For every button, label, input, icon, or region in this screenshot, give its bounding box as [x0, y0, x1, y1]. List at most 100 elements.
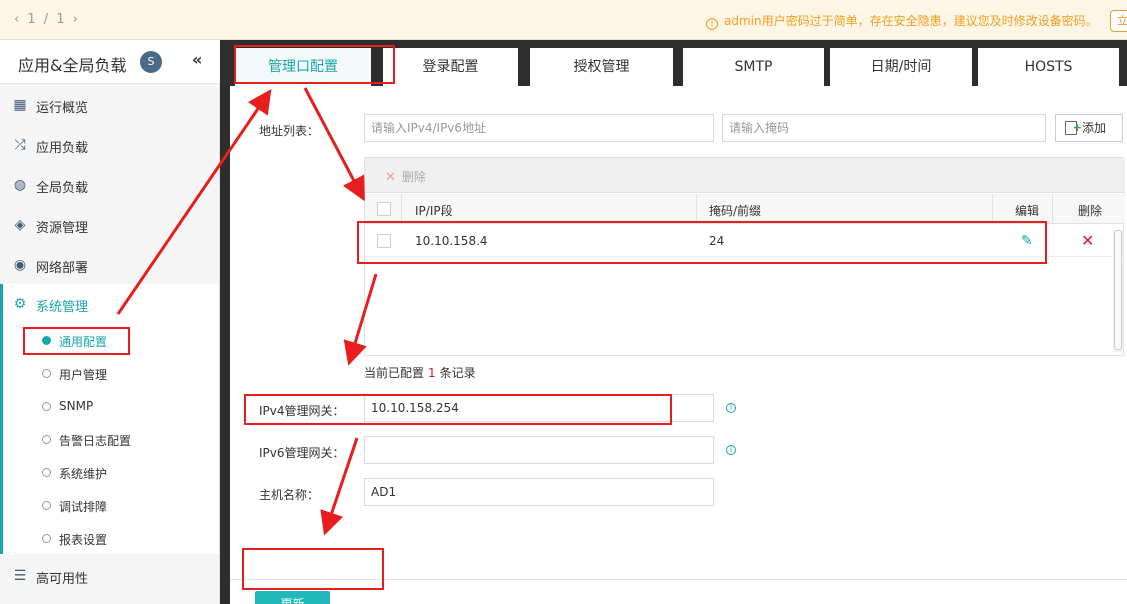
ipv6-gateway-label: IPv6管理网关： — [259, 446, 345, 460]
col-edit: 编辑 — [1015, 204, 1040, 218]
radio-dot-icon — [42, 501, 51, 510]
system-management-group: ⚙ 系统管理 通用配置 用户管理 SNMP 告警日志配置 系统维护 调试排障 报… — [0, 284, 219, 554]
layers-icon: ◈ — [14, 217, 26, 233]
dashboard-icon: ▦ — [13, 97, 27, 113]
pager-text: 1 / 1 — [27, 12, 67, 27]
sidebar-item-label: 运行概览 — [36, 101, 89, 116]
radio-dot-icon — [42, 369, 51, 378]
pager-next-button[interactable]: › — [73, 12, 80, 27]
ip-address-input[interactable] — [364, 114, 714, 142]
sidebar-item-label: 网络部署 — [36, 261, 89, 276]
sub-item-debug[interactable]: 调试排障 — [0, 489, 219, 522]
edge-action-button[interactable]: 立 — [1110, 10, 1127, 32]
collapse-sidebar-icon[interactable]: « — [192, 50, 202, 69]
sub-item-label: 报表设置 — [59, 533, 108, 547]
sidebar-item-high-availability[interactable]: ☰ 高可用性 — [0, 556, 219, 596]
gear-icon: ⚙ — [13, 296, 27, 312]
pager-prev-button[interactable]: ‹ — [14, 12, 21, 27]
sub-item-snmp[interactable]: SNMP — [0, 390, 219, 423]
sub-item-label: SNMP — [59, 399, 94, 413]
sub-item-label: 系统维护 — [59, 467, 108, 481]
column-divider — [992, 194, 993, 224]
radio-dot-icon — [42, 468, 51, 477]
tab-login-config[interactable]: 登录配置 — [383, 48, 518, 86]
sub-item-report[interactable]: 报表设置 — [0, 522, 219, 555]
hostname-input[interactable] — [364, 478, 714, 506]
sidebar-item-label: 系统管理 — [36, 300, 89, 315]
sidebar: 应用&全局负载 S « ▦ 运行概览 ⤮ 应用负载 ◍ 全局负载 ◈ 资源管理 … — [0, 40, 220, 604]
main-left-border — [220, 40, 230, 604]
sidebar-item-label: 应用负载 — [36, 141, 89, 156]
tab-smtp[interactable]: SMTP — [683, 48, 824, 86]
annotation-box-ipv4-gateway — [244, 394, 672, 425]
sidebar-item-network[interactable]: ◉ 网络部署 — [0, 245, 219, 285]
add-file-icon — [1065, 115, 1082, 141]
radio-dot-icon — [42, 534, 51, 543]
dns-globe-icon: ◍ — [13, 177, 27, 193]
annotation-box-update-button — [242, 548, 384, 590]
close-icon: ✕ — [385, 170, 396, 185]
radio-dot-icon — [42, 435, 51, 444]
add-button-label: 添加 — [1082, 121, 1107, 135]
delete-selected-button[interactable]: ✕ 删除 — [385, 168, 426, 185]
summary-prefix: 当前已配置 — [364, 366, 425, 380]
top-notification-bar: ‹ 1 / 1 › i admin用户密码过于简单，存在安全隐患，建议您及时修改设… — [0, 0, 1127, 40]
sub-item-maintenance[interactable]: 系统维护 — [0, 456, 219, 489]
password-warning-text: admin用户密码过于简单，存在安全隐患，建议您及时修改设备密码。 — [724, 14, 1098, 28]
globe-icon: ◉ — [13, 257, 27, 273]
annotation-box-tab — [234, 45, 395, 84]
info-icon: i — [726, 445, 736, 455]
radio-dot-icon — [42, 402, 51, 411]
sidebar-item-label: 资源管理 — [36, 221, 89, 236]
delete-row-icon[interactable]: ✕ — [1081, 231, 1094, 250]
column-divider — [1052, 194, 1053, 224]
sub-item-label: 告警日志配置 — [59, 434, 132, 448]
address-list-label: 地址列表： — [259, 124, 320, 138]
sidebar-item-app-load[interactable]: ⤮ 应用负载 — [0, 125, 219, 165]
column-divider — [401, 194, 402, 224]
mgmt-interface-form: 地址列表： 添加 ✕ 删除 IP/IP段 掩码/前缀 编辑 删除 — [230, 86, 1127, 604]
col-delete: 删除 — [1078, 204, 1103, 218]
list-icon: ☰ — [13, 568, 27, 584]
table-header: IP/IP段 掩码/前缀 编辑 删除 — [365, 194, 1125, 224]
sub-item-alarm-log[interactable]: 告警日志配置 — [0, 423, 219, 456]
sub-item-user-management[interactable]: 用户管理 — [0, 357, 219, 390]
info-circle-icon: i — [706, 18, 718, 30]
mask-input[interactable] — [722, 114, 1046, 142]
brand-logo-icon: S — [140, 51, 162, 73]
ipv6-gateway-input[interactable] — [364, 436, 714, 464]
sub-item-label: 调试排障 — [59, 500, 108, 514]
screen-root: ‹ 1 / 1 › i admin用户密码过于简单，存在安全隐患，建议您及时修改设… — [0, 0, 1127, 604]
table-scrollbar[interactable] — [1113, 230, 1123, 352]
scrollbar-thumb[interactable] — [1114, 230, 1122, 350]
sidebar-item-overview[interactable]: ▦ 运行概览 — [0, 85, 219, 125]
sidebar-item-system[interactable]: ⚙ 系统管理 — [0, 284, 219, 324]
annotation-box-table-row — [357, 221, 1047, 264]
summary-suffix: 条记录 — [439, 366, 476, 380]
sidebar-item-global-load[interactable]: ◍ 全局负载 — [0, 165, 219, 205]
sub-item-label: 用户管理 — [59, 368, 108, 382]
delete-selected-label: 删除 — [401, 170, 426, 184]
col-mask: 掩码/前缀 — [709, 204, 762, 218]
sidebar-header: 应用&全局负载 S « — [0, 40, 220, 84]
add-button[interactable]: 添加 — [1055, 114, 1123, 142]
sidebar-item-resources[interactable]: ◈ 资源管理 — [0, 205, 219, 245]
record-summary: 当前已配置 1 条记录 — [364, 364, 476, 381]
info-icon: i — [726, 403, 736, 413]
table-toolbar: ✕ 删除 — [365, 158, 1125, 193]
column-divider — [696, 194, 697, 224]
summary-count: 1 — [428, 366, 436, 380]
sidebar-title: 应用&全局负载 — [18, 56, 127, 75]
sidebar-item-label: 高可用性 — [36, 572, 89, 587]
hostname-label: 主机名称： — [259, 488, 320, 502]
col-ip: IP/IP段 — [415, 204, 453, 218]
tab-date-time[interactable]: 日期/时间 — [830, 48, 972, 86]
shuffle-icon: ⤮ — [14, 137, 26, 153]
password-warning: i admin用户密码过于简单，存在安全隐患，建议您及时修改设备密码。 — [706, 12, 1098, 30]
sidebar-item-label: 全局负载 — [36, 181, 89, 196]
tab-hosts[interactable]: HOSTS — [978, 48, 1119, 86]
pager: ‹ 1 / 1 › — [14, 12, 80, 27]
select-all-checkbox[interactable] — [377, 202, 391, 216]
tab-license[interactable]: 授权管理 — [530, 48, 673, 86]
update-button[interactable]: 更新 — [255, 591, 330, 604]
